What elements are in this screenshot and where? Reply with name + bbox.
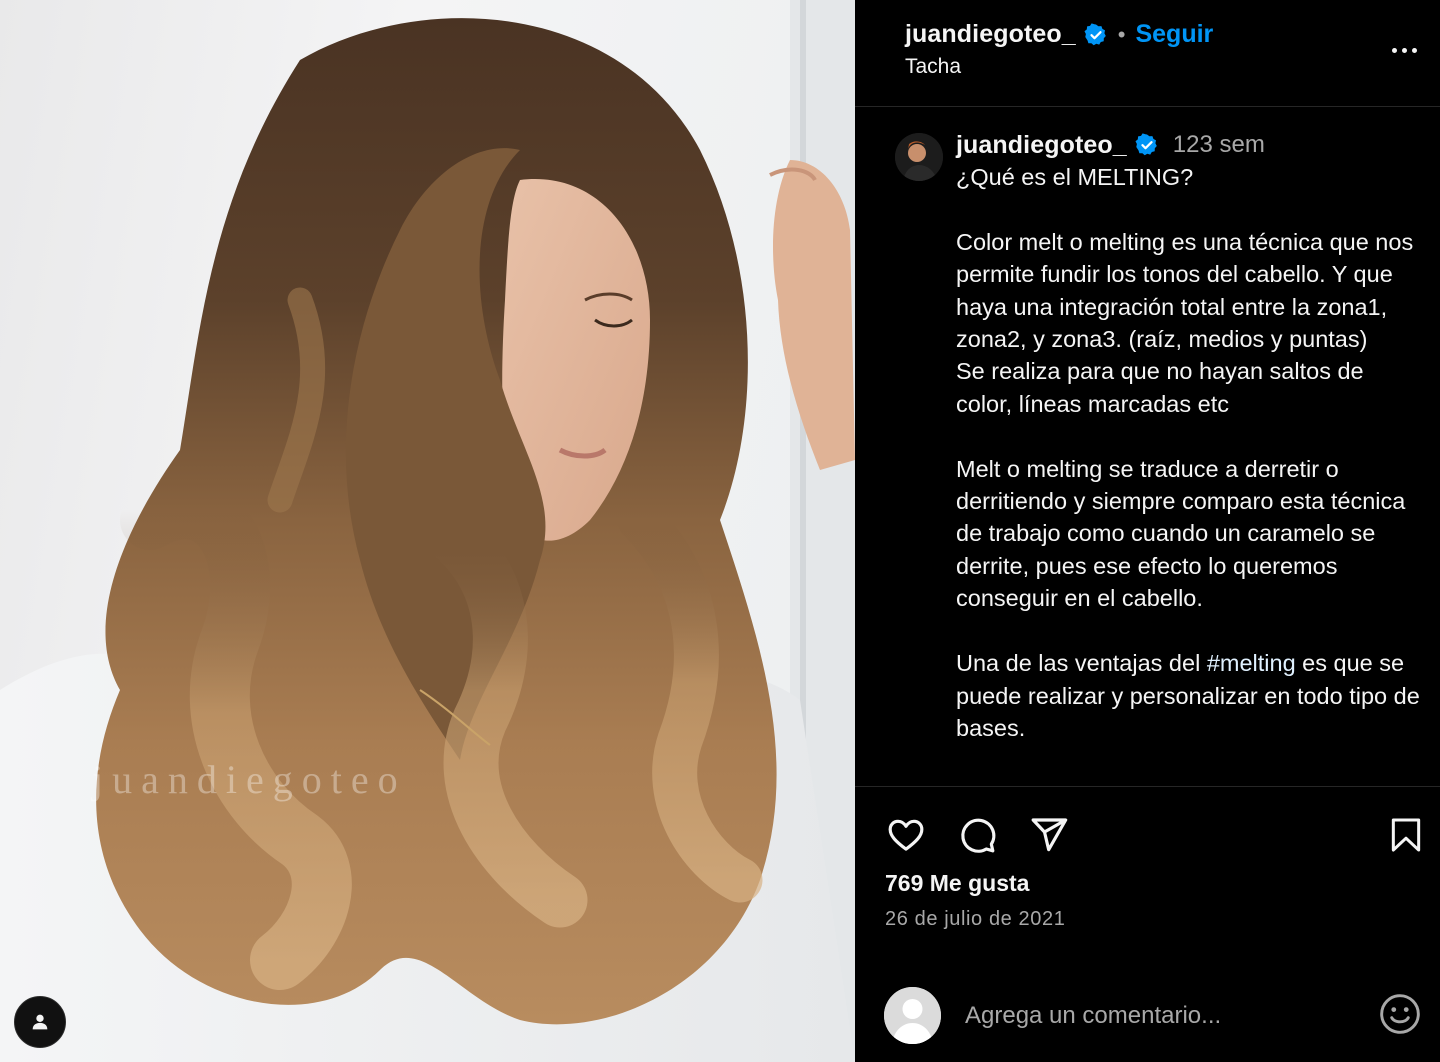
comment-input[interactable] xyxy=(965,994,1345,1038)
follow-button[interactable]: Seguir xyxy=(1135,20,1213,49)
post-side-panel: juandiegoteo_ • Seguir Tacha juandiegote… xyxy=(855,0,1440,1062)
photo-watermark: juandiegoteo xyxy=(92,757,407,802)
post-photo[interactable]: juandiegoteo xyxy=(0,0,855,1062)
header-username[interactable]: juandiegoteo_ xyxy=(905,20,1076,49)
author-avatar[interactable] xyxy=(895,133,943,181)
comment-icon[interactable] xyxy=(956,815,998,855)
post-caption: juandiegoteo_ 123 sem ¿Qué es el MELTING… xyxy=(956,129,1426,744)
hashtag-link[interactable]: #melting xyxy=(1207,650,1296,676)
verified-badge-icon xyxy=(1084,22,1106,45)
caption-username[interactable]: juandiegoteo_ xyxy=(956,131,1127,160)
caption-header: juandiegoteo_ 123 sem xyxy=(956,129,1426,161)
heart-icon[interactable] xyxy=(885,815,927,855)
caption-body: ¿Qué es el MELTING? Color melt o melting… xyxy=(956,164,1414,677)
separator-dot: • xyxy=(1117,21,1126,47)
photo-illustration xyxy=(0,0,855,1062)
verified-badge-icon xyxy=(1135,133,1157,156)
post-date[interactable]: 26 de julio de 2021 xyxy=(885,908,1065,931)
current-user-avatar xyxy=(884,987,941,1044)
likes-count[interactable]: 769 Me gusta xyxy=(885,870,1029,897)
comment-bar xyxy=(855,974,1440,1062)
more-options-icon[interactable] xyxy=(1384,38,1424,62)
bookmark-icon[interactable] xyxy=(1387,815,1425,855)
instagram-post: juandiegoteo juandiegoteo_ • Seguir Tach… xyxy=(0,0,1440,1062)
post-time[interactable]: 123 sem xyxy=(1173,131,1265,159)
user-tag-icon[interactable] xyxy=(14,996,66,1048)
send-icon[interactable] xyxy=(1028,815,1070,855)
post-header: juandiegoteo_ • Seguir Tacha xyxy=(855,0,1440,107)
action-bar xyxy=(855,787,1440,867)
post-location[interactable]: Tacha xyxy=(905,55,961,79)
caption-text: ¿Qué es el MELTING? Color melt o melting… xyxy=(956,161,1426,744)
header-user-line: juandiegoteo_ • Seguir xyxy=(905,20,1213,49)
comments-area[interactable]: juandiegoteo_ 123 sem ¿Qué es el MELTING… xyxy=(855,107,1440,787)
emoji-icon[interactable] xyxy=(1378,992,1422,1036)
